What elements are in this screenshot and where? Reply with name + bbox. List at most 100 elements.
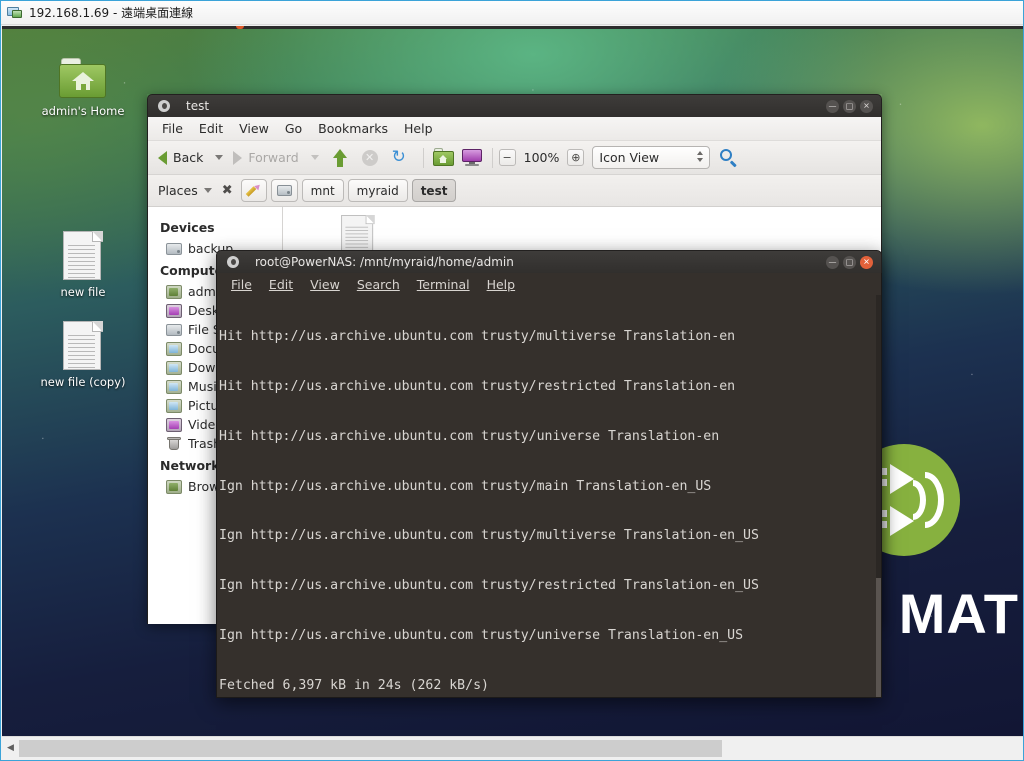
desktop-icon	[166, 303, 182, 318]
scroll-left-arrow-icon[interactable]: ◀	[2, 738, 19, 759]
caja-pathbar: Places ✖ mnt myraid test	[148, 175, 881, 207]
stop-button: ✕	[361, 149, 378, 166]
caja-titlebar[interactable]: test — □ ✕	[147, 94, 882, 117]
terminal-body[interactable]: File Edit View Search Terminal Help Hit …	[216, 273, 882, 698]
zoom-level-label: 100%	[523, 150, 560, 165]
terminal-line: Ign http://us.archive.ubuntu.com trusty/…	[219, 578, 759, 594]
terminal-line: Ign http://us.archive.ubuntu.com trusty/…	[219, 528, 759, 544]
desktop-icon-label: new file (copy)	[40, 375, 126, 389]
toolbar-separator	[491, 147, 493, 168]
rdp-title-text: 192.168.1.69 - 遠端桌面連線	[29, 6, 194, 20]
pencil-icon	[245, 182, 263, 198]
remote-desktop-canvas[interactable]: u MAT admin's Home new file new file (co…	[2, 26, 1023, 737]
view-mode-value: Icon View	[599, 150, 660, 165]
menu-bookmarks[interactable]: Bookmarks	[310, 119, 396, 138]
breadcrumb-myraid[interactable]: myraid	[347, 179, 408, 202]
computer-button[interactable]	[461, 148, 483, 167]
trash-icon	[166, 436, 182, 451]
videos-icon	[166, 417, 182, 432]
terminal-menu-help[interactable]: Help	[487, 277, 516, 292]
menu-go[interactable]: Go	[277, 119, 310, 138]
places-dropdown-caret-icon[interactable]	[203, 188, 212, 193]
terminal-window-icon	[227, 256, 239, 268]
back-button[interactable]: Back	[154, 148, 207, 167]
panel-indicator-icon	[236, 26, 244, 29]
caja-title-text: test	[186, 99, 210, 113]
close-sidebar-button[interactable]: ✖	[222, 183, 233, 198]
terminal-menubar: File Edit View Search Terminal Help	[217, 273, 881, 295]
mate-top-panel[interactable]	[2, 26, 1023, 29]
forward-button: Forward	[229, 148, 302, 167]
desktop-icon-new-file[interactable]: new file	[35, 231, 131, 300]
menu-file[interactable]: File	[154, 119, 191, 138]
terminal-line: Fetched 6,397 kB in 24s (262 kB/s)	[219, 677, 489, 693]
documents-icon	[166, 341, 182, 356]
chevron-left-icon	[158, 150, 167, 165]
caja-menubar: File Edit View Go Bookmarks Help	[148, 117, 881, 141]
chevron-right-icon	[233, 150, 243, 165]
back-history-caret-icon[interactable]	[215, 155, 224, 160]
terminal-line: Ign http://us.archive.ubuntu.com trusty/…	[219, 478, 712, 494]
reload-button[interactable]: ↻	[392, 148, 410, 167]
caja-toolbar: Back Forward ✕ ↻ − 100% ⊕ Icon View	[148, 141, 881, 175]
terminal-window[interactable]: root@PowerNAS: /mnt/myraid/home/admin — …	[216, 250, 882, 698]
places-label: Places	[158, 183, 198, 198]
rdp-horizontal-scrollbar[interactable]: ◀	[2, 736, 1023, 759]
terminal-menu-search[interactable]: Search	[357, 277, 400, 292]
terminal-menu-terminal[interactable]: Terminal	[417, 277, 470, 292]
terminal-title-text: root@PowerNAS: /mnt/myraid/home/admin	[255, 255, 514, 269]
rdp-titlebar: 192.168.1.69 - 遠端桌面連線	[1, 1, 1023, 25]
home-folder-icon	[59, 58, 107, 100]
terminal-menu-file[interactable]: File	[231, 277, 252, 292]
drive-icon	[276, 184, 292, 197]
caja-window-buttons: — □ ✕	[826, 100, 873, 113]
rdp-scroll-thumb[interactable]	[19, 739, 722, 757]
document-icon	[63, 231, 103, 281]
spinner-arrows-icon	[697, 151, 704, 162]
zoom-out-button[interactable]: −	[498, 149, 516, 166]
forward-history-caret-icon	[310, 155, 319, 160]
desktop-icon-admins-home[interactable]: admin's Home	[35, 58, 131, 119]
menu-view[interactable]: View	[231, 119, 277, 138]
terminal-screen[interactable]: Hit http://us.archive.ubuntu.com trusty/…	[217, 295, 881, 697]
menu-edit[interactable]: Edit	[191, 119, 231, 138]
drive-icon	[166, 323, 182, 337]
home-button[interactable]	[432, 148, 455, 167]
remote-desktop-icon	[7, 6, 23, 20]
up-button[interactable]	[332, 148, 348, 167]
desktop-icon-label: admin's Home	[41, 104, 125, 118]
terminal-line: Hit http://us.archive.ubuntu.com trusty/…	[219, 378, 736, 394]
close-button[interactable]: ✕	[860, 256, 873, 269]
maximize-button[interactable]: □	[843, 256, 856, 269]
terminal-window-buttons: — □ ✕	[826, 256, 873, 269]
terminal-line: Hit http://us.archive.ubuntu.com trusty/…	[219, 428, 720, 444]
terminal-menu-view[interactable]: View	[310, 277, 340, 292]
terminal-scrollbar[interactable]	[876, 295, 881, 697]
caja-window-icon	[158, 100, 170, 112]
desktop-icon-new-file-copy[interactable]: new file (copy)	[35, 321, 131, 390]
forward-label: Forward	[248, 150, 299, 165]
terminal-line: Hit http://us.archive.ubuntu.com trusty/…	[219, 329, 736, 345]
music-icon	[166, 379, 182, 394]
maximize-button[interactable]: □	[843, 100, 856, 113]
terminal-titlebar[interactable]: root@PowerNAS: /mnt/myraid/home/admin — …	[216, 250, 882, 273]
minimize-button[interactable]: —	[826, 256, 839, 269]
edit-location-button[interactable]	[240, 179, 267, 202]
terminal-scrollbar-thumb[interactable]	[876, 578, 881, 697]
menu-help[interactable]: Help	[396, 119, 441, 138]
network-folder-icon	[166, 479, 182, 494]
breadcrumb-mnt[interactable]: mnt	[301, 179, 344, 202]
downloads-icon	[166, 360, 182, 375]
terminal-menu-edit[interactable]: Edit	[269, 277, 293, 292]
minimize-button[interactable]: —	[826, 100, 839, 113]
zoom-in-button[interactable]: ⊕	[567, 149, 585, 166]
terminal-line: Ign http://us.archive.ubuntu.com trusty/…	[219, 627, 744, 643]
remote-desktop-window: 192.168.1.69 - 遠端桌面連線 u MAT admin's Home	[0, 0, 1024, 761]
view-mode-select[interactable]: Icon View	[592, 146, 711, 169]
desktop-icon-label: new file	[60, 285, 106, 299]
rdp-scroll-track[interactable]	[19, 739, 1023, 757]
close-button[interactable]: ✕	[860, 100, 873, 113]
breadcrumb-test[interactable]: test	[411, 179, 457, 202]
breadcrumb-root-drive[interactable]	[270, 179, 298, 202]
search-icon[interactable]	[719, 148, 739, 168]
